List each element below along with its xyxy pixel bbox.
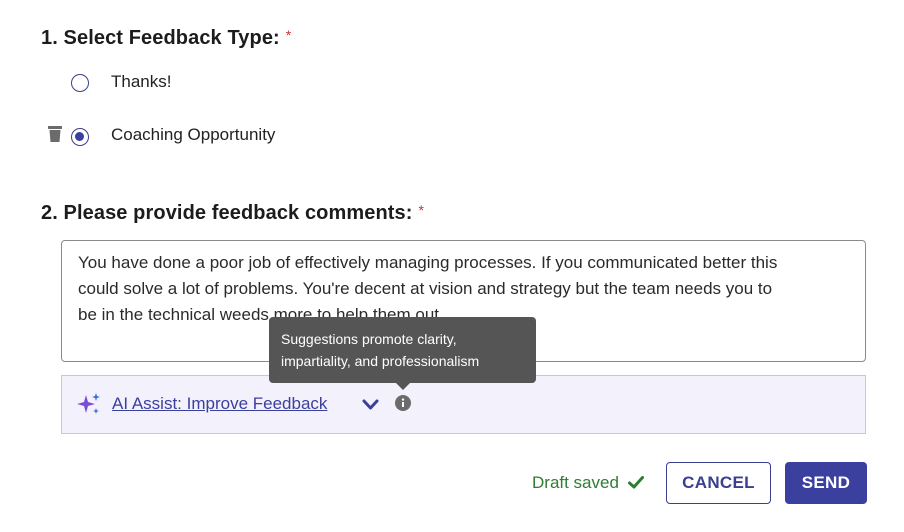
comment-line: You have done a poor job of effectively … [78,253,778,272]
sparkle-icon [77,393,100,414]
check-icon [627,476,644,489]
option-label-coaching: Coaching Opportunity [111,125,276,144]
required-mark: * [285,27,292,43]
trash-icon[interactable] [48,126,62,142]
feedback-comments-heading: 2. Please provide feedback comments: * [41,202,424,225]
ai-assist-bar: AI Assist: Improve Feedback [61,375,866,434]
draft-status-text: Draft saved [532,473,619,492]
feedback-type-heading: 1. Select Feedback Type: * [41,27,291,50]
radio-coaching-opportunity[interactable] [71,128,89,146]
info-tooltip: Suggestions promote clarity, impartialit… [269,317,536,383]
tooltip-line: impartiality, and professionalism [281,353,480,369]
feedback-type-title: 1. Select Feedback Type: [41,27,280,49]
radio-thanks[interactable] [71,74,89,92]
cancel-button[interactable]: CANCEL [666,462,771,504]
tooltip-arrow [396,383,410,390]
tooltip-line: Suggestions promote clarity, [281,331,457,347]
comment-line: could solve a lot of problems. You're de… [78,279,773,298]
feedback-comments-title: 2. Please provide feedback comments: [41,202,413,224]
ai-assist-link[interactable]: AI Assist: Improve Feedback [112,394,327,414]
draft-status: Draft saved [532,473,644,493]
info-icon[interactable] [395,395,411,411]
chevron-down-icon[interactable] [362,399,379,411]
required-mark: * [418,202,425,218]
option-label-thanks: Thanks! [111,72,172,91]
send-button[interactable]: SEND [785,462,867,504]
